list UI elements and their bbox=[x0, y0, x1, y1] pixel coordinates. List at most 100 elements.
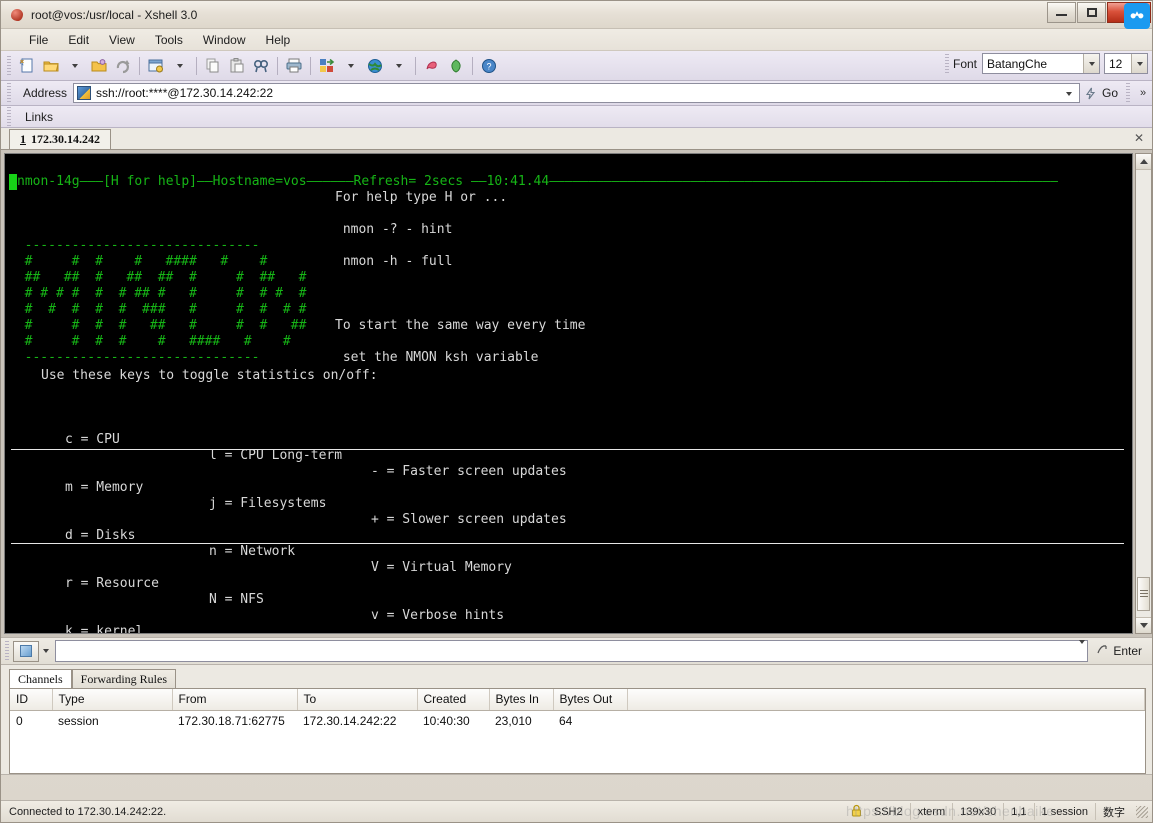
links-bar: Links bbox=[1, 106, 1152, 128]
toggle-row: r = Resource N = NFS v = Verbose hints bbox=[41, 560, 504, 623]
font-toolbar-grip[interactable] bbox=[944, 53, 949, 74]
terminal-screen[interactable]: nmon-14g———[H for help]——Hostname=vos———… bbox=[4, 153, 1133, 634]
command-target-caret-icon[interactable] bbox=[39, 649, 53, 653]
menu-item-edit[interactable]: Edit bbox=[58, 31, 99, 49]
open-dropdown-caret[interactable] bbox=[63, 54, 87, 78]
xftp-icon[interactable] bbox=[420, 54, 444, 78]
address-overflow-grip[interactable] bbox=[1126, 83, 1130, 103]
enter-arrow-icon bbox=[1096, 643, 1109, 659]
minimize-button[interactable] bbox=[1047, 2, 1076, 23]
globe-dropdown-caret[interactable] bbox=[387, 54, 411, 78]
session-tab-label: 172.30.14.242 bbox=[31, 132, 100, 146]
address-bar-grip[interactable] bbox=[7, 83, 11, 103]
help-icon[interactable]: ? bbox=[477, 54, 501, 78]
links-label[interactable]: Links bbox=[25, 110, 53, 124]
nmon-toggle-block: Use these keys to toggle statistics on/o… bbox=[41, 336, 567, 634]
status-sessions: 1 session bbox=[1033, 803, 1095, 820]
toolbar-grip[interactable] bbox=[7, 55, 11, 76]
reconnect-icon[interactable] bbox=[111, 54, 135, 78]
new-session-icon[interactable] bbox=[15, 54, 39, 78]
scroll-down-icon[interactable] bbox=[1136, 617, 1151, 633]
go-label: Go bbox=[1101, 86, 1118, 100]
toggle-key-minus: - = Faster screen updates bbox=[371, 464, 567, 479]
paste-icon[interactable] bbox=[225, 54, 249, 78]
scroll-up-icon[interactable] bbox=[1136, 154, 1151, 170]
cell-id: 0 bbox=[16, 713, 23, 728]
terminal-divider-bottom bbox=[11, 543, 1124, 544]
resize-grip[interactable] bbox=[1136, 805, 1148, 818]
copy-icon[interactable] bbox=[201, 54, 225, 78]
toggle-key-m: m = Memory bbox=[65, 480, 144, 495]
column-header-to[interactable]: To bbox=[297, 689, 418, 711]
toggle-key-c: c = CPU bbox=[65, 432, 120, 447]
command-target-icon[interactable] bbox=[13, 640, 39, 662]
column-header-filler bbox=[627, 689, 1145, 711]
menu-item-file[interactable]: File bbox=[19, 31, 58, 49]
close-tab-icon[interactable]: ✕ bbox=[1134, 131, 1144, 145]
column-header-created[interactable]: Created bbox=[417, 689, 490, 711]
channels-panel-tabs: Channels Forwarding Rules bbox=[9, 669, 1146, 688]
channels-grid[interactable]: ID Type From To Created Bytes In Bytes O… bbox=[9, 688, 1146, 774]
toolbar-separator bbox=[196, 56, 197, 75]
xlpd-icon[interactable] bbox=[444, 54, 468, 78]
toggle-key-N: N = NFS bbox=[209, 592, 264, 607]
help-line-1: nmon -? - hint bbox=[335, 222, 453, 237]
session-tab-number: 1 bbox=[20, 132, 26, 146]
maximize-button[interactable] bbox=[1077, 2, 1106, 23]
terminal-cursor bbox=[9, 174, 17, 190]
address-bar: Address ssh://root:****@172.30.14.242:22… bbox=[1, 81, 1152, 106]
address-input[interactable]: ssh://root:****@172.30.14.242:22 bbox=[73, 83, 1080, 103]
address-history-caret-icon[interactable] bbox=[1062, 86, 1077, 101]
command-bar-grip[interactable] bbox=[5, 641, 9, 661]
command-history-caret-icon[interactable] bbox=[1079, 640, 1086, 658]
column-header-bytes-in[interactable]: Bytes In bbox=[489, 689, 554, 711]
font-family-value: BatangChe bbox=[987, 56, 1048, 71]
status-term-type: xterm bbox=[909, 803, 953, 820]
toolbar-overflow-icon[interactable]: » bbox=[1134, 87, 1152, 99]
enter-button[interactable]: Enter bbox=[1090, 643, 1148, 659]
terminal-scrollbar[interactable] bbox=[1135, 153, 1152, 634]
menu-item-tools[interactable]: Tools bbox=[145, 31, 193, 49]
cell-bytes-out: 64 bbox=[559, 713, 573, 728]
print-icon[interactable] bbox=[282, 54, 306, 78]
menu-item-view[interactable]: View bbox=[99, 31, 145, 49]
table-row[interactable]: 0 session 172.30.18.71:62775 172.30.14.2… bbox=[10, 710, 1145, 731]
nmon-logo-line-4: # # # # # ### # # # # # bbox=[9, 302, 307, 317]
toolbar: ? Font BatangChe 12 bbox=[1, 51, 1152, 81]
font-size-caret-icon[interactable] bbox=[1131, 54, 1147, 73]
open-folder-icon[interactable] bbox=[39, 54, 63, 78]
font-family-select[interactable]: BatangChe bbox=[982, 53, 1100, 74]
table-header-row: ID Type From To Created Bytes In Bytes O… bbox=[10, 689, 1145, 711]
links-bar-grip[interactable] bbox=[7, 106, 11, 127]
properties-icon[interactable] bbox=[144, 54, 168, 78]
open-session-icon[interactable] bbox=[87, 54, 111, 78]
toggle-key-k: k = kernel bbox=[65, 624, 144, 634]
font-family-caret-icon[interactable] bbox=[1083, 54, 1099, 73]
command-input[interactable] bbox=[55, 640, 1089, 662]
tab-forwarding-rules[interactable]: Forwarding Rules bbox=[71, 669, 176, 688]
nmon-logo-line-1: # # # # #### # # bbox=[9, 254, 268, 269]
menu-item-help[interactable]: Help bbox=[256, 31, 301, 49]
font-size-select[interactable]: 12 bbox=[1104, 53, 1148, 74]
tab-channels[interactable]: Channels bbox=[9, 669, 72, 688]
scrollbar-thumb[interactable] bbox=[1137, 577, 1150, 611]
globe-icon[interactable] bbox=[363, 54, 387, 78]
find-icon[interactable] bbox=[249, 54, 273, 78]
column-header-id[interactable]: ID bbox=[10, 689, 53, 711]
column-header-bytes-out[interactable]: Bytes Out bbox=[553, 689, 628, 711]
toolbar-separator bbox=[310, 56, 311, 75]
column-header-from[interactable]: From bbox=[172, 689, 298, 711]
file-transfer-icon[interactable] bbox=[315, 54, 339, 78]
column-header-type[interactable]: Type bbox=[52, 689, 173, 711]
ssh-protocol-icon bbox=[77, 86, 92, 100]
properties-dropdown-caret[interactable] bbox=[168, 54, 192, 78]
transfer-dropdown-caret[interactable] bbox=[339, 54, 363, 78]
go-button[interactable]: Go bbox=[1082, 86, 1126, 100]
toggle-key-n: n = Network bbox=[209, 544, 296, 559]
xshell-window: root@vos:/usr/local - Xshell 3.0 ✕ File … bbox=[0, 0, 1153, 823]
session-tab-0[interactable]: 1 172.30.14.242 bbox=[9, 129, 111, 149]
font-controls: Font BatangChe 12 bbox=[944, 53, 1148, 74]
app-badge-icon[interactable] bbox=[1124, 3, 1150, 29]
svg-text:?: ? bbox=[486, 61, 491, 71]
menu-item-window[interactable]: Window bbox=[193, 31, 256, 49]
